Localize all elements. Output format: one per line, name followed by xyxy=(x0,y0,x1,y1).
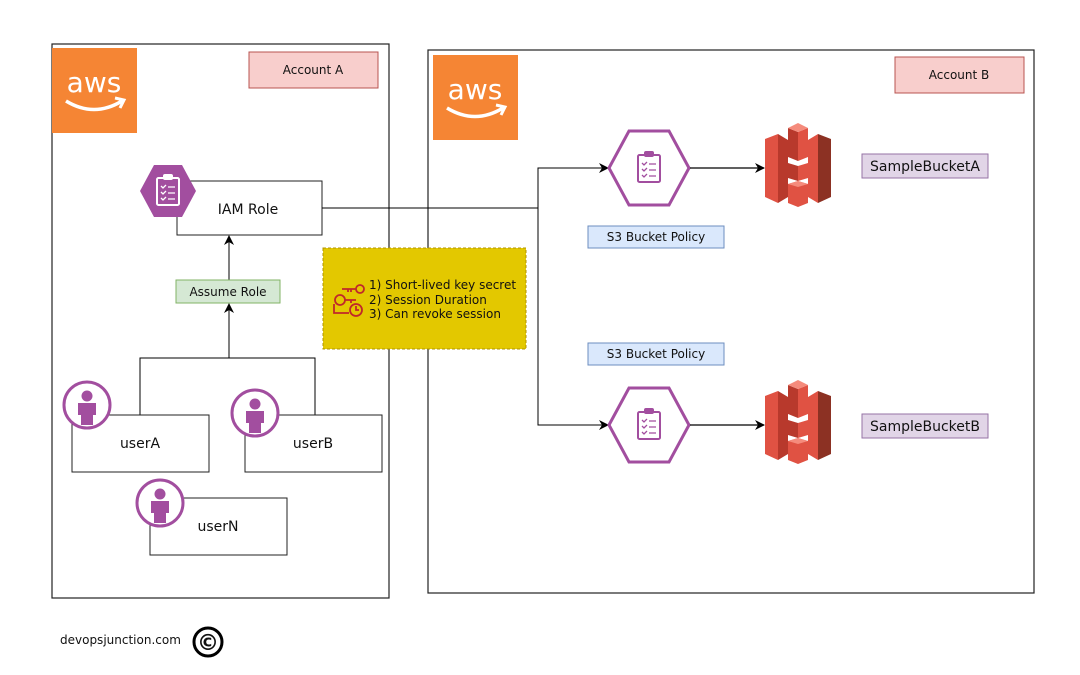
user-icon xyxy=(135,478,185,528)
iam-role-label: IAM Role xyxy=(218,202,278,218)
bucket-label: SampleBucketA xyxy=(870,159,980,175)
aws-logo-icon xyxy=(431,53,520,142)
policy-label: S3 Bucket Policy xyxy=(607,347,705,361)
note-line: 3) Can revoke session xyxy=(369,307,501,321)
aws-logo-icon xyxy=(50,46,139,135)
note-line: 1) Short-lived key secret xyxy=(369,278,516,292)
user-icon xyxy=(62,380,112,430)
note-line: 2) Session Duration xyxy=(369,293,487,307)
user-label: userB xyxy=(293,436,333,452)
footer-site: devopsjunction.com xyxy=(60,633,181,647)
policy-label: S3 Bucket Policy xyxy=(607,230,705,244)
copyright-symbol: © xyxy=(197,631,219,656)
assume-role-label: Assume Role xyxy=(189,285,266,299)
account-a-label: Account A xyxy=(283,63,344,77)
user-label: userA xyxy=(120,436,161,452)
user-label: userN xyxy=(197,519,238,535)
account-b-label: Account B xyxy=(929,68,990,82)
user-icon xyxy=(230,388,280,438)
diagram: aws Account A Account B IAM Role Assume … xyxy=(50,43,1035,658)
bucket-label: SampleBucketB xyxy=(870,419,980,435)
